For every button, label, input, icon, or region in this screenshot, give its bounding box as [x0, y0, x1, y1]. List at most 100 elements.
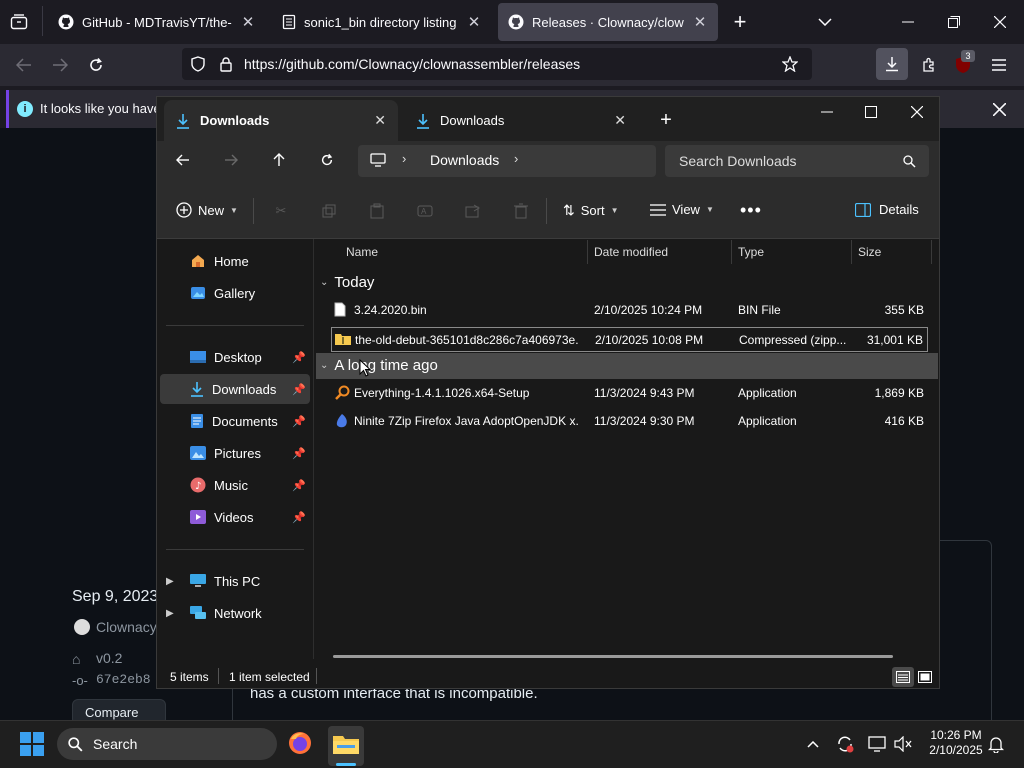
- taskbar-search[interactable]: [57, 728, 277, 760]
- horizontal-scrollbar[interactable]: [333, 655, 893, 658]
- pin-icon[interactable]: 📌: [292, 415, 306, 428]
- expand-chevron-icon[interactable]: ▶: [166, 608, 174, 619]
- close-tab-icon[interactable]: ✕: [374, 112, 386, 129]
- details-button[interactable]: Details: [855, 202, 919, 217]
- minimize-window-icon[interactable]: [816, 102, 838, 122]
- url-text[interactable]: https://github.com/Clownacy/clownassembl…: [244, 56, 580, 72]
- up-icon[interactable]: [268, 150, 290, 170]
- refresh-icon[interactable]: [316, 150, 338, 170]
- file-row[interactable]: 3.24.2020.bin 2/10/2025 10:24 PM BIN Fil…: [331, 298, 928, 323]
- sort-label: Sort: [580, 203, 605, 218]
- file-row[interactable]: Ninite 7Zip Firefox Java AdoptOpenJDK x.…: [331, 409, 928, 434]
- browser-tab-sonic[interactable]: sonic1_bin directory listing ✕: [272, 3, 492, 41]
- group-header-today[interactable]: ⌄ Today: [320, 274, 374, 291]
- release-author[interactable]: Clownacy: [96, 619, 157, 635]
- list-all-tabs-icon[interactable]: [814, 12, 836, 32]
- copy-icon[interactable]: [320, 203, 338, 219]
- firefox-taskbar-icon[interactable]: [287, 730, 313, 756]
- browser-tab-github[interactable]: GitHub - MDTravisYT/the-old-d ✕: [48, 3, 266, 41]
- volume-muted-icon[interactable]: [892, 733, 914, 755]
- back-icon[interactable]: [12, 54, 36, 76]
- chevron-up-icon[interactable]: [804, 735, 822, 753]
- nav-item-home[interactable]: Home: [160, 246, 310, 276]
- close-notification-icon[interactable]: [988, 98, 1010, 120]
- explorer-tab-downloads-2[interactable]: Downloads ✕: [404, 100, 638, 141]
- monitor-icon[interactable]: [368, 151, 388, 169]
- bookmark-star-icon[interactable]: [780, 54, 800, 74]
- details-view-icon[interactable]: [892, 667, 914, 687]
- nav-item-videos[interactable]: Videos 📌: [160, 502, 310, 532]
- close-tab-icon[interactable]: ✕: [614, 112, 626, 129]
- breadcrumb-downloads[interactable]: Downloads: [430, 152, 499, 168]
- nav-item-music[interactable]: ♪ Music 📌: [160, 470, 310, 500]
- pin-icon[interactable]: 📌: [292, 447, 306, 460]
- column-header-date[interactable]: Date modified: [594, 245, 668, 259]
- display-icon[interactable]: [866, 733, 888, 755]
- search-icon[interactable]: [900, 152, 918, 170]
- nav-item-gallery[interactable]: Gallery: [160, 278, 310, 308]
- details-pane-icon: [855, 202, 871, 217]
- extensions-icon[interactable]: [918, 54, 940, 76]
- close-tab-icon[interactable]: ✕: [466, 13, 482, 31]
- breadcrumb-chevron-icon[interactable]: ›: [402, 151, 406, 166]
- maximize-window-icon[interactable]: [860, 102, 882, 122]
- paste-icon[interactable]: [368, 203, 386, 219]
- pin-icon[interactable]: 📌: [292, 511, 306, 524]
- tab-list-icon[interactable]: [8, 12, 30, 32]
- sync-icon[interactable]: [834, 733, 856, 755]
- view-button[interactable]: View ▼: [650, 202, 714, 217]
- close-window-icon[interactable]: [906, 102, 928, 122]
- new-button[interactable]: New ▼: [176, 202, 238, 218]
- close-tab-icon[interactable]: ✕: [240, 13, 256, 31]
- nav-item-downloads[interactable]: Downloads 📌: [160, 374, 310, 404]
- search-input[interactable]: Search Downloads: [679, 153, 797, 169]
- shield-icon[interactable]: [188, 54, 208, 74]
- new-tab-icon[interactable]: +: [728, 9, 752, 34]
- start-button[interactable]: [20, 732, 44, 756]
- sort-button[interactable]: ⇅ Sort ▼: [563, 202, 619, 219]
- column-header-size[interactable]: Size: [858, 245, 881, 259]
- file-row[interactable]: Everything-1.4.1.1026.x64-Setup 11/3/202…: [331, 381, 928, 406]
- clock[interactable]: 10:26 PM 2/10/2025: [926, 728, 986, 758]
- share-icon[interactable]: [464, 203, 482, 219]
- forward-icon[interactable]: [220, 150, 242, 170]
- explorer-tab-downloads[interactable]: Downloads ✕: [164, 100, 398, 141]
- tiles-view-icon[interactable]: [915, 667, 935, 687]
- nav-item-pictures[interactable]: Pictures 📌: [160, 438, 310, 468]
- avatar[interactable]: [74, 619, 90, 635]
- expand-chevron-icon[interactable]: ▶: [166, 576, 174, 587]
- hamburger-menu-icon[interactable]: [988, 54, 1010, 76]
- nav-item-network[interactable]: ▶ Network: [160, 598, 310, 628]
- restore-window-icon[interactable]: [942, 12, 966, 32]
- cut-icon[interactable]: ✂: [272, 203, 290, 219]
- rename-icon[interactable]: A: [416, 203, 434, 219]
- nav-item-documents[interactable]: Documents 📌: [160, 406, 310, 436]
- column-header-type[interactable]: Type: [738, 245, 764, 259]
- minimize-window-icon[interactable]: [896, 12, 920, 32]
- back-icon[interactable]: [172, 150, 194, 170]
- release-tag[interactable]: v0.2: [96, 650, 122, 666]
- downloads-icon[interactable]: [876, 48, 908, 80]
- more-options-icon[interactable]: •••: [740, 200, 762, 221]
- file-row-selected[interactable]: the-old-debut-365101d8c286c7a406973e... …: [331, 327, 928, 352]
- release-commit[interactable]: 67e2eb8: [96, 672, 151, 687]
- nav-item-desktop[interactable]: Desktop 📌: [160, 342, 310, 372]
- lock-icon[interactable]: [216, 54, 236, 74]
- pin-icon[interactable]: 📌: [292, 479, 306, 492]
- breadcrumb-chevron-icon[interactable]: ›: [514, 151, 518, 166]
- browser-tab-releases[interactable]: Releases · Clownacy/clownasse ✕: [498, 3, 718, 41]
- new-tab-icon[interactable]: +: [656, 109, 676, 131]
- notification-bell-icon[interactable]: [986, 734, 1006, 754]
- column-header-name[interactable]: Name: [346, 245, 378, 259]
- close-tab-icon[interactable]: ✕: [692, 13, 708, 31]
- pin-icon[interactable]: 📌: [292, 351, 306, 364]
- group-header-long-ago[interactable]: ⌄ A long time ago: [320, 357, 438, 374]
- sort-icon: ⇅: [563, 202, 575, 218]
- reload-icon[interactable]: [84, 54, 108, 76]
- pin-icon[interactable]: 📌: [292, 383, 306, 396]
- delete-icon[interactable]: [512, 203, 530, 219]
- taskbar-search-label[interactable]: Search: [93, 736, 137, 752]
- nav-item-this-pc[interactable]: ▶ This PC: [160, 566, 310, 596]
- close-window-icon[interactable]: [988, 12, 1012, 32]
- forward-icon[interactable]: [48, 54, 72, 76]
